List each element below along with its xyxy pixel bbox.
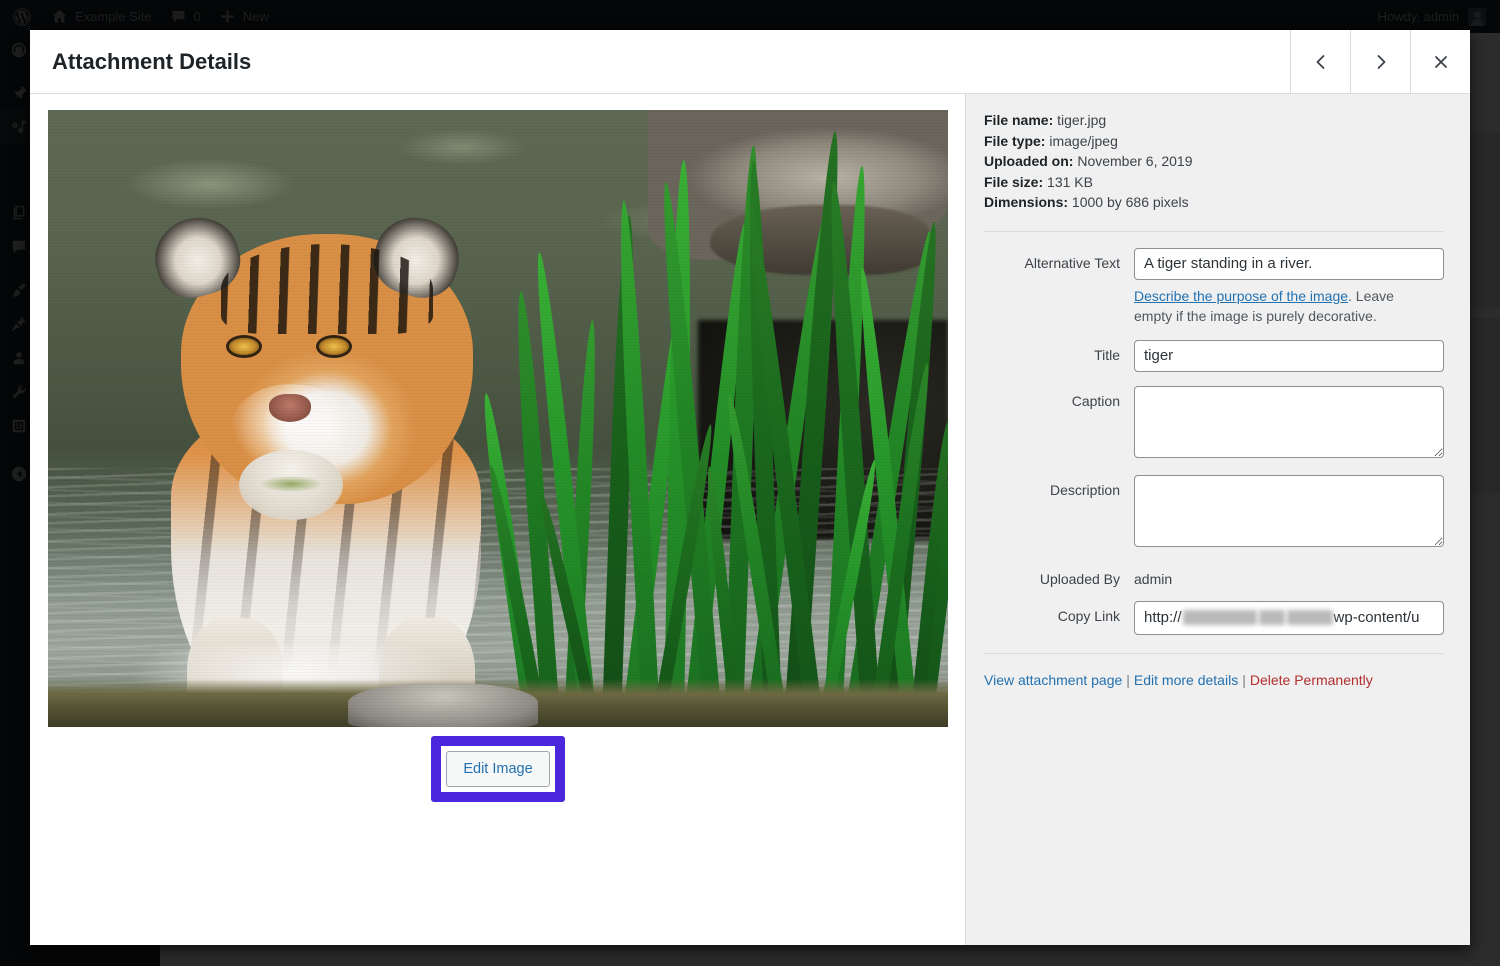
close-modal-button[interactable] [1410, 30, 1470, 93]
field-uploaded-by: Uploaded By admin [984, 564, 1444, 587]
edit-image-area: Edit Image [48, 727, 948, 802]
redacted-domain [1287, 610, 1333, 625]
description-label: Description [984, 475, 1134, 498]
detail-label: File size: [984, 174, 1043, 190]
description-textarea[interactable] [1134, 475, 1444, 547]
redacted-domain [1183, 610, 1257, 625]
view-attachment-page-link[interactable]: View attachment page [984, 672, 1122, 688]
detail-label: File type: [984, 133, 1045, 149]
caption-textarea[interactable] [1134, 386, 1444, 458]
attachment-info-panel: File name: tiger.jpg File type: image/jp… [966, 94, 1470, 945]
detail-file-size: File size: 131 KB [984, 172, 1444, 193]
redacted-domain [1259, 610, 1285, 625]
describe-purpose-link[interactable]: Describe the purpose of the image [1134, 288, 1348, 304]
copy-link-suffix: wp-content/u [1334, 609, 1420, 626]
action-separator: | [1238, 672, 1250, 688]
edit-image-button[interactable]: Edit Image [446, 751, 549, 787]
chevron-right-icon [1371, 52, 1391, 72]
copy-link-prefix: http:// [1144, 609, 1182, 626]
field-description: Description [984, 475, 1444, 550]
alt-text-help: Describe the purpose of the image. Leave… [1134, 286, 1422, 326]
detail-label: Dimensions: [984, 194, 1068, 210]
attachment-media-frame: Edit Image [30, 94, 966, 945]
title-input[interactable] [1134, 340, 1444, 372]
attachment-preview-image [48, 110, 948, 727]
detail-value: 131 KB [1047, 174, 1093, 190]
detail-value: tiger.jpg [1057, 112, 1106, 128]
action-separator: | [1122, 672, 1134, 688]
page-title: Attachment Details [30, 30, 1290, 93]
detail-label: File name: [984, 112, 1053, 128]
previous-attachment-button[interactable] [1290, 30, 1350, 93]
caption-label: Caption [984, 386, 1134, 409]
detail-label: Uploaded on: [984, 153, 1073, 169]
detail-dimensions: Dimensions: 1000 by 686 pixels [984, 192, 1444, 213]
close-x-icon [1431, 52, 1451, 72]
copy-link-label: Copy Link [984, 601, 1134, 624]
uploaded-by-label: Uploaded By [984, 564, 1134, 587]
attachment-actions: View attachment page|Edit more details|D… [984, 670, 1444, 688]
reed-grass [518, 140, 948, 720]
modal-body: Edit Image File name: tiger.jpg File typ… [30, 94, 1470, 945]
uploaded-by-value: admin [1134, 564, 1444, 587]
field-title: Title [984, 340, 1444, 372]
attachment-details-modal: Attachment Details [30, 30, 1470, 945]
field-caption: Caption [984, 386, 1444, 461]
edit-more-details-link[interactable]: Edit more details [1134, 672, 1238, 688]
detail-file-type: File type: image/jpeg [984, 131, 1444, 152]
screen: Dashboard Posts Media Library Add New Pa… [0, 0, 1500, 966]
alt-text-input[interactable] [1134, 248, 1444, 280]
alt-text-label: Alternative Text [984, 248, 1134, 271]
chevron-left-icon [1311, 52, 1331, 72]
attachment-file-details: File name: tiger.jpg File type: image/jp… [984, 110, 1444, 213]
field-alt-text: Alternative Text Describe the purpose of… [984, 248, 1444, 326]
divider [984, 653, 1444, 654]
edit-image-highlight: Edit Image [431, 736, 564, 802]
detail-uploaded-on: Uploaded on: November 6, 2019 [984, 151, 1444, 172]
detail-value: November 6, 2019 [1077, 153, 1192, 169]
title-label: Title [984, 340, 1134, 363]
delete-permanently-link[interactable]: Delete Permanently [1250, 672, 1373, 688]
modal-header: Attachment Details [30, 30, 1470, 94]
copy-link-input[interactable]: http:// wp-content/u [1134, 601, 1444, 635]
field-copy-link: Copy Link http:// wp-content/u [984, 601, 1444, 635]
next-attachment-button[interactable] [1350, 30, 1410, 93]
detail-value: 1000 by 686 pixels [1072, 194, 1189, 210]
detail-value: image/jpeg [1049, 133, 1118, 149]
divider [984, 231, 1444, 232]
detail-file-name: File name: tiger.jpg [984, 110, 1444, 131]
